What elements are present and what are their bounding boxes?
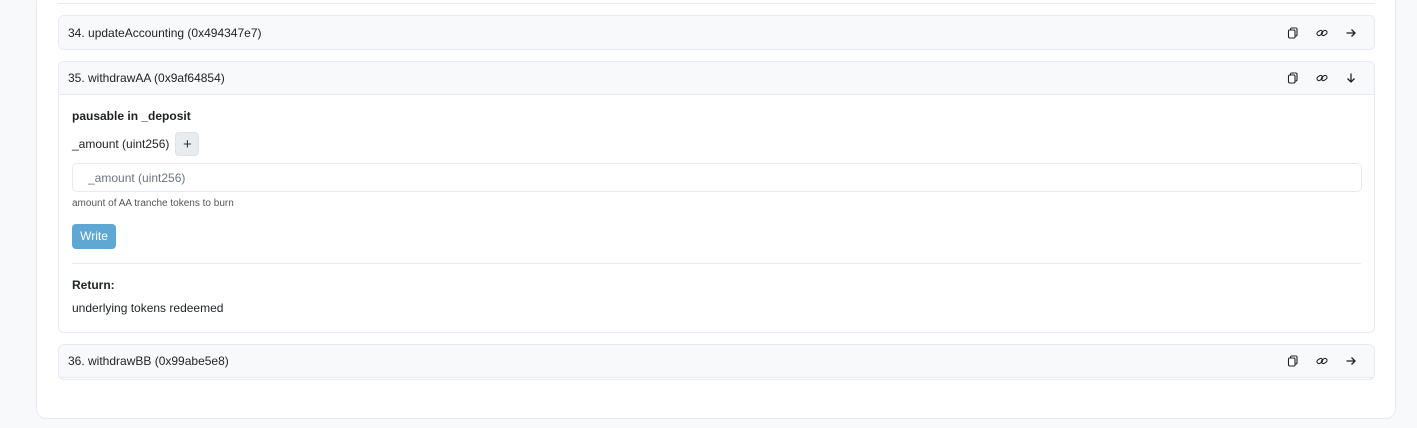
copy-icon[interactable] [1278,23,1307,43]
function-item-withdrawbb: 36. withdrawBB (0x99abe5e8) [58,344,1375,380]
write-button[interactable]: Write [72,224,116,249]
divider [72,263,1361,264]
param-row: _amount (uint256) + [72,132,1361,156]
arrow-right-icon[interactable] [1336,351,1365,371]
copy-icon[interactable] [1278,68,1307,88]
modifier-label: pausable in _deposit [72,109,191,123]
link-icon[interactable] [1307,351,1336,371]
function-header[interactable]: 34. updateAccounting (0x494347e7) [59,16,1374,49]
arrow-right-icon[interactable] [1336,23,1365,43]
arrow-down-icon[interactable] [1336,68,1365,88]
function-header[interactable]: 36. withdrawBB (0x99abe5e8) [59,345,1374,378]
function-title: 35. withdrawAA (0x9af64854) [68,71,225,85]
param-hint: amount of AA tranche tokens to burn [72,198,234,209]
function-item-updateaccounting: 34. updateAccounting (0x494347e7) [58,15,1375,50]
function-title: 36. withdrawBB (0x99abe5e8) [68,354,229,368]
return-description: underlying tokens redeemed [72,301,224,315]
copy-icon[interactable] [1278,351,1307,371]
add-param-button[interactable]: + [175,132,200,156]
param-label: _amount (uint256) [72,137,170,151]
previous-function-edge [58,0,1375,4]
function-item-withdrawaa: 35. withdrawAA (0x9af64854) pausable in … [58,61,1375,333]
function-title: 34. updateAccounting (0x494347e7) [68,25,262,40]
function-body: pausable in _deposit _amount (uint256) +… [59,95,1374,315]
link-icon[interactable] [1307,68,1336,88]
return-title: Return: [72,278,115,292]
write-contract-card: 34. updateAccounting (0x494347e7) 35. wi… [36,0,1396,419]
link-icon[interactable] [1307,23,1336,43]
amount-input[interactable] [72,163,1362,192]
function-header[interactable]: 35. withdrawAA (0x9af64854) [59,62,1374,95]
